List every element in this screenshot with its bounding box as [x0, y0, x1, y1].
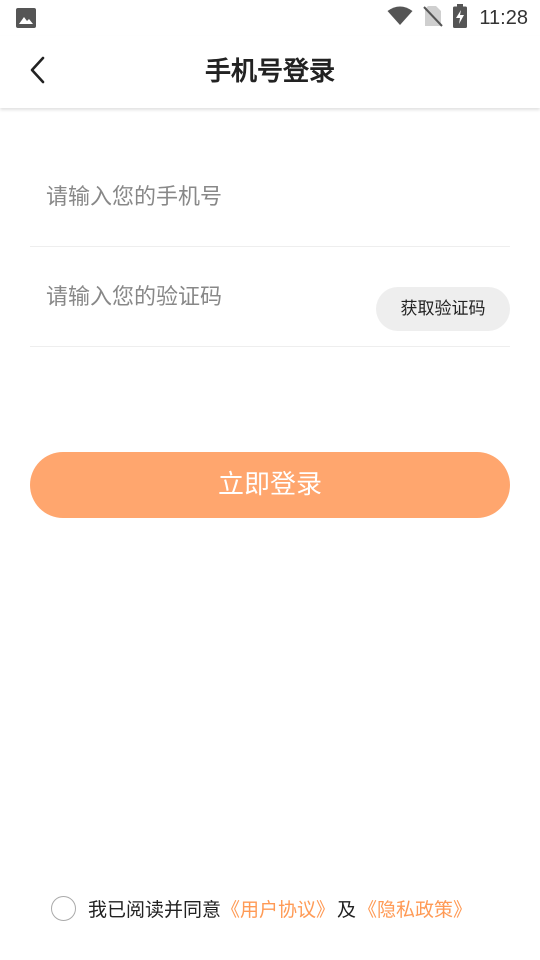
app-bar: 手机号登录	[0, 36, 540, 108]
chevron-left-icon	[29, 55, 47, 89]
phone-input[interactable]	[46, 147, 366, 247]
agreement-row: 我已阅读并同意 《用户协议》 及 《隐私政策》	[51, 894, 472, 922]
login-button[interactable]: 立即登录	[30, 452, 510, 518]
agreement-and: 及	[337, 898, 357, 921]
phone-field-row	[30, 147, 510, 247]
privacy-policy-link[interactable]: 《隐私政策》	[358, 895, 472, 922]
code-field-row: 获取验证码	[30, 247, 510, 347]
status-time: 11:28	[479, 6, 528, 29]
agreement-prefix: 我已阅读并同意	[88, 898, 222, 921]
wifi-icon	[387, 6, 413, 30]
get-code-button[interactable]: 获取验证码	[376, 287, 510, 331]
image-icon	[16, 8, 36, 32]
user-agreement-link[interactable]: 《用户协议》	[221, 895, 335, 922]
back-button[interactable]	[18, 52, 58, 92]
status-icons: 11:28	[387, 4, 528, 32]
agreement-checkbox[interactable]	[51, 895, 76, 921]
verification-code-input[interactable]	[46, 247, 366, 347]
page-title: 手机号登录	[204, 57, 335, 87]
status-bar: 11:28	[0, 0, 540, 36]
battery-charging-icon	[453, 4, 468, 32]
no-sim-icon	[423, 5, 444, 31]
